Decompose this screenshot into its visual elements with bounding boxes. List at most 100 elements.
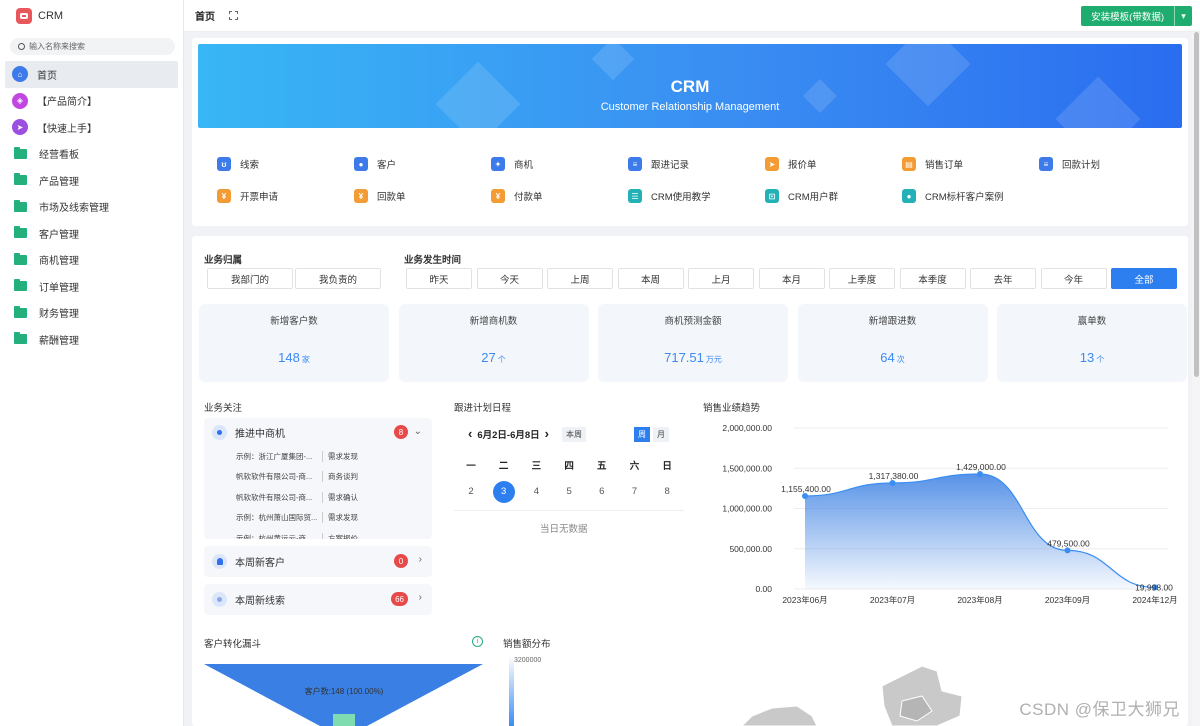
quick-link[interactable]: ● CRM标杆客户案例 xyxy=(902,189,1039,203)
time-title: 业务发生时间 xyxy=(404,255,462,266)
sidebar-item[interactable]: 市场及线索管理 xyxy=(0,194,183,221)
time-option[interactable]: 上季度 xyxy=(829,268,895,289)
time-option[interactable]: 上周 xyxy=(547,268,613,289)
funnel-stage-2 xyxy=(333,714,355,726)
calendar-day[interactable]: 4 xyxy=(525,481,547,503)
quick-link[interactable]: ☰ CRM使用教学 xyxy=(628,189,765,203)
stat-unit: 次 xyxy=(896,355,905,364)
focus-opportunities[interactable]: 推进中商机 8 ⌄ 示例：浙江广厦集团-... 需求发现 帆软软件有限公司-商...… xyxy=(204,418,432,539)
sidebar-item[interactable]: 产品管理 xyxy=(0,167,183,194)
sidebar-item-label: 【产品简介】 xyxy=(37,97,97,109)
chevron-down-icon[interactable]: ▾ xyxy=(1174,6,1192,26)
quick-link[interactable]: ▤ 销售订单 xyxy=(902,157,1039,171)
sidebar-item[interactable]: 经营看板 xyxy=(0,141,183,168)
time-option[interactable]: 本月 xyxy=(758,268,825,289)
month-view-button[interactable]: 月 xyxy=(653,427,669,442)
sidebar-item[interactable]: 财务管理 xyxy=(0,300,183,327)
quick-link[interactable]: ➤ 报价单 xyxy=(765,157,902,171)
chevron-right-icon[interactable]: › xyxy=(545,426,549,441)
install-template-button[interactable]: 安装模板(带数据) ▾ xyxy=(1081,6,1192,26)
calendar-day[interactable]: 2 xyxy=(460,481,482,503)
quick-link[interactable]: ¥ 开票申请 xyxy=(217,189,354,203)
calendar-day[interactable]: 6 xyxy=(591,481,613,503)
funnel-title: 客户转化漏斗 xyxy=(204,639,262,650)
sidebar-item[interactable]: 订单管理 xyxy=(0,273,183,300)
install-template-label[interactable]: 安装模板(带数据) xyxy=(1081,6,1174,26)
stat-card[interactable]: 新增跟进数 64 次 xyxy=(797,304,988,382)
stat-card[interactable]: 商机预测金额 717.51 万元 xyxy=(598,304,788,382)
week-view-button[interactable]: 周 xyxy=(634,427,650,442)
stat-label: 赢单数 xyxy=(1077,316,1107,327)
focus-opportunities-header[interactable]: 推进中商机 8 ⌄ xyxy=(204,418,432,446)
quick-link-row: ¥ 开票申请 ¥ 回款单 ¥ 付款单 ☰ CRM使用教学 ⊡ CRM用户群 ● CRM标杆客户案例 xyxy=(217,180,1177,212)
sidebar-item[interactable]: ➤ 【快速上手】 xyxy=(0,114,183,141)
weekday-label: 日 xyxy=(662,461,672,472)
tag-icon: ◈ xyxy=(12,92,28,109)
folder-icon xyxy=(14,332,27,345)
quick-link-label: 开票申请 xyxy=(240,192,279,203)
sidebar-item[interactable]: 薪酬管理 xyxy=(0,326,183,353)
ownership-option[interactable]: 我负责的 xyxy=(295,268,381,289)
ownership-option[interactable]: 我部门的 xyxy=(207,268,293,289)
time-option[interactable]: 今年 xyxy=(1040,268,1107,289)
fullscreen-icon[interactable] xyxy=(229,11,238,20)
this-week-button[interactable]: 本周 xyxy=(562,427,586,442)
sidebar-item[interactable]: 商机管理 xyxy=(0,247,183,274)
opportunity-row[interactable]: 示例：杭州黄运云-商... 方案报价 xyxy=(204,528,432,539)
banner: CRM Customer Relationship Management xyxy=(198,44,1182,128)
chevron-down-icon[interactable]: ⌄ xyxy=(414,426,422,437)
quick-link[interactable]: ¥ 付款单 xyxy=(491,189,628,203)
stat-card[interactable]: 新增客户数 148 家 xyxy=(199,304,389,382)
stat-card[interactable]: 赢单数 13 个 xyxy=(997,304,1187,382)
time-option[interactable]: 本季度 xyxy=(899,268,966,289)
sidebar-item[interactable]: ◈ 【产品简介】 xyxy=(0,88,183,115)
time-option[interactable]: 去年 xyxy=(970,268,1036,289)
chevron-right-icon[interactable]: › xyxy=(419,592,422,603)
opportunity-row[interactable]: 示例：浙江广厦集团-... 需求发现 xyxy=(204,446,432,467)
scrollbar-thumb[interactable] xyxy=(1194,32,1199,377)
opportunity-row[interactable]: 帆软软件有限公司-商... 商务谈判 xyxy=(204,467,432,488)
time-option[interactable]: 全部 xyxy=(1111,268,1177,289)
quick-link[interactable]: ʊ 线索 xyxy=(217,157,354,171)
quick-link[interactable]: ≡ 跟进记录 xyxy=(628,157,765,171)
tutorial-icon: ☰ xyxy=(628,189,642,203)
header-card: CRM Customer Relationship Management ʊ 线索… xyxy=(192,38,1188,226)
calendar-day[interactable]: 7 xyxy=(624,481,646,503)
quick-link[interactable]: ⊡ CRM用户群 xyxy=(765,189,902,203)
payment-icon: ¥ xyxy=(354,189,368,203)
chevron-right-icon[interactable]: › xyxy=(419,554,422,565)
info-icon[interactable]: i xyxy=(472,636,483,647)
calendar-day[interactable]: 5 xyxy=(558,481,580,503)
ownership-title: 业务归属 xyxy=(204,255,243,266)
opportunity-name: 示例：浙江广厦集团-... xyxy=(236,451,313,461)
quick-link[interactable]: ✦ 商机 xyxy=(491,157,628,171)
stat-label: 商机预测金额 xyxy=(664,316,722,327)
sidebar-item[interactable]: 客户管理 xyxy=(0,220,183,247)
quick-link[interactable]: ● 客户 xyxy=(354,157,491,171)
opportunity-row[interactable]: 帆软软件有限公司-商... 需求确认 xyxy=(204,487,432,508)
scrollbar[interactable] xyxy=(1192,32,1200,726)
calendar-day[interactable]: 8 xyxy=(656,481,678,503)
tab-home[interactable]: 首页 xyxy=(195,8,215,23)
series-area xyxy=(805,473,1155,589)
quick-link[interactable]: ¥ 回款单 xyxy=(354,189,491,203)
stat-unit: 个 xyxy=(497,355,506,364)
sidebar-item[interactable]: ⌂ 首页 xyxy=(5,61,178,88)
app-logo[interactable]: CRM xyxy=(0,0,183,32)
focus-new-customers[interactable]: 本周新客户 0 › xyxy=(204,546,432,577)
quick-link[interactable]: ≡ 回款计划 xyxy=(1039,157,1176,171)
stat-card[interactable]: 新增商机数 27 个 xyxy=(398,304,589,382)
sidebar-search[interactable]: 输入名称来搜索 xyxy=(10,38,175,55)
y-tick-label: 500,000.00 xyxy=(729,544,772,554)
stat-unit: 家 xyxy=(301,355,310,364)
opportunity-row[interactable]: 示例：杭州萧山国际贸... 需求发现 xyxy=(204,508,432,529)
chevron-left-icon[interactable]: ‹ xyxy=(468,426,472,441)
time-option[interactable]: 昨天 xyxy=(406,268,472,289)
time-option[interactable]: 上月 xyxy=(688,268,754,289)
calendar-day[interactable]: 3 xyxy=(492,481,515,503)
time-option[interactable]: 今天 xyxy=(476,268,543,289)
time-option[interactable]: 本周 xyxy=(617,268,684,289)
focus-new-leads[interactable]: 本周新线索 66 › xyxy=(204,584,432,615)
funnel-chart: 客户数:148 (100.00%) xyxy=(204,664,483,726)
y-tick-label: 1,000,000.00 xyxy=(722,504,772,514)
